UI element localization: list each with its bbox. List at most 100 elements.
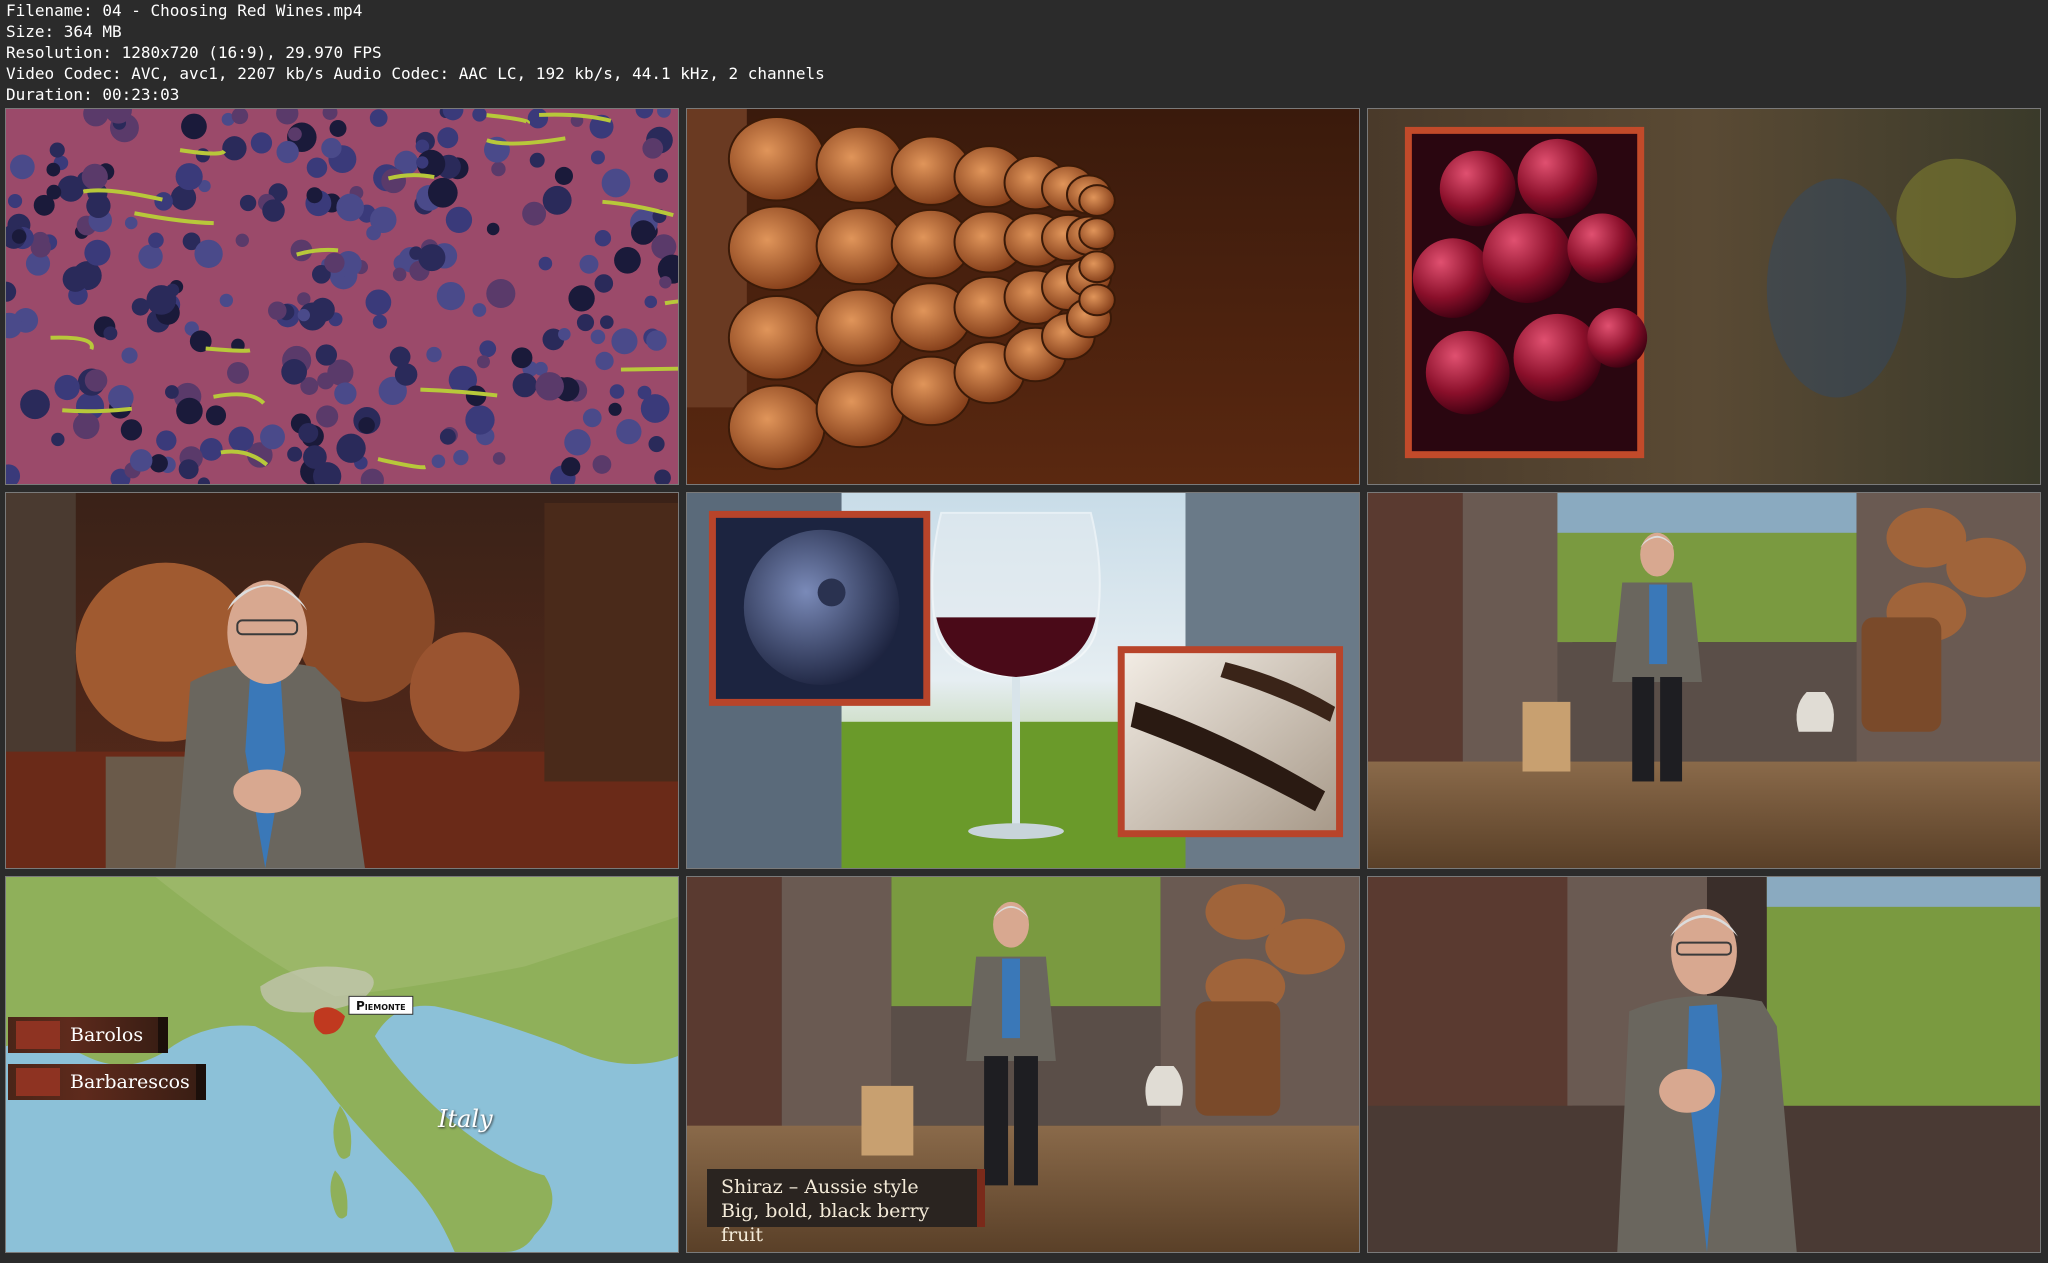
grape-crush-image [6, 109, 678, 484]
thumbnail-grape-crush[interactable] [5, 108, 679, 485]
grape [46, 184, 62, 200]
grape [149, 454, 168, 473]
grape [608, 402, 622, 416]
grape [614, 246, 641, 274]
grape [365, 289, 392, 316]
grape [564, 429, 591, 456]
grape [62, 266, 89, 292]
thumbnail-presenter-studio-wide[interactable] [1367, 492, 2041, 869]
grape [228, 426, 254, 452]
grape [222, 136, 247, 161]
grape [303, 445, 327, 469]
grape [576, 314, 595, 332]
legend-swatch [16, 1068, 60, 1096]
grape [439, 428, 456, 445]
grape [561, 457, 581, 477]
grape [156, 430, 177, 451]
country-label-italy: Italy [438, 1105, 493, 1133]
cherry [1587, 307, 1648, 368]
grape [49, 142, 65, 158]
grape [268, 301, 287, 320]
grape [84, 369, 108, 392]
grape [558, 328, 571, 341]
thumbnail-presenter-studio-caption[interactable]: Shiraz – Aussie style Big, bold, black b… [686, 876, 1360, 1253]
grape [165, 385, 179, 399]
barrel [727, 295, 826, 381]
grape [476, 355, 490, 369]
grape [73, 412, 100, 440]
grape [392, 267, 407, 282]
grape [472, 303, 487, 317]
grape [427, 177, 458, 208]
grape [646, 330, 667, 351]
grape [369, 109, 388, 127]
grape [394, 363, 418, 386]
cherry [1517, 138, 1598, 219]
grape [527, 109, 549, 129]
grape [465, 405, 495, 435]
legend-barolos-text: Barolos [70, 1024, 144, 1046]
grape [594, 274, 614, 293]
grape [124, 216, 138, 230]
resolution-text: Resolution: 1280x720 (16:9), 29.970 FPS [6, 43, 382, 62]
grape [260, 424, 285, 450]
grape [582, 408, 602, 428]
thumbnail-italy-map[interactable]: Piemonte Italy Barolos Barbarescos [5, 876, 679, 1253]
grape [175, 163, 203, 191]
caption-line-1: Shiraz – Aussie style [721, 1176, 919, 1198]
grape [250, 132, 273, 154]
grape [103, 326, 118, 341]
grape [306, 187, 323, 204]
grape [512, 372, 537, 398]
grape [46, 162, 61, 177]
barrel [727, 205, 826, 292]
grape [381, 168, 407, 194]
grape [262, 199, 285, 222]
grape [9, 154, 35, 180]
grape [7, 193, 23, 209]
grape [334, 382, 357, 405]
legend-barbarescos: Barbarescos [8, 1064, 206, 1100]
grape [108, 385, 134, 411]
grape [600, 315, 614, 329]
grape [51, 432, 65, 447]
thumbnail-presenter-cellar[interactable] [5, 492, 679, 869]
barrel [727, 115, 826, 202]
grape [453, 449, 469, 466]
grape [239, 194, 257, 212]
thumbnail-presenter-studio-close[interactable] [1367, 876, 2041, 1253]
grape [205, 405, 227, 426]
grape [372, 314, 387, 329]
grape [288, 127, 302, 142]
grape [178, 459, 199, 480]
grape [538, 256, 553, 271]
grape [358, 417, 375, 434]
grape [81, 163, 108, 190]
grape [86, 193, 111, 219]
grape [219, 293, 234, 308]
duration-text: Duration: 00:23:03 [6, 85, 180, 104]
thumbnail-wine-glass-collage[interactable] [686, 492, 1360, 869]
grape [542, 185, 572, 215]
barrel [815, 370, 905, 449]
grape [529, 152, 545, 168]
region-label-piemonte: Piemonte [356, 999, 406, 1013]
grape-stem [205, 346, 251, 353]
grape [306, 157, 328, 178]
barrel [815, 125, 905, 204]
grape [316, 405, 339, 428]
grape [642, 137, 664, 159]
thumbnail-cherries[interactable] [1367, 108, 2041, 485]
grape [195, 148, 210, 163]
barrel [1078, 217, 1116, 251]
grape [554, 166, 574, 185]
grape [486, 278, 516, 309]
grape [479, 340, 497, 358]
file-info: Filename: 04 - Choosing Red Wines.mp4 Si… [6, 0, 1406, 105]
grape [370, 206, 397, 234]
codec-text: Video Codec: AVC, avc1, 2207 kb/s Audio … [6, 64, 825, 83]
grape [194, 239, 223, 268]
barrel-cellar-image [687, 109, 1359, 484]
grape-stem [620, 366, 678, 372]
thumbnail-barrel-cellar[interactable] [686, 108, 1360, 485]
